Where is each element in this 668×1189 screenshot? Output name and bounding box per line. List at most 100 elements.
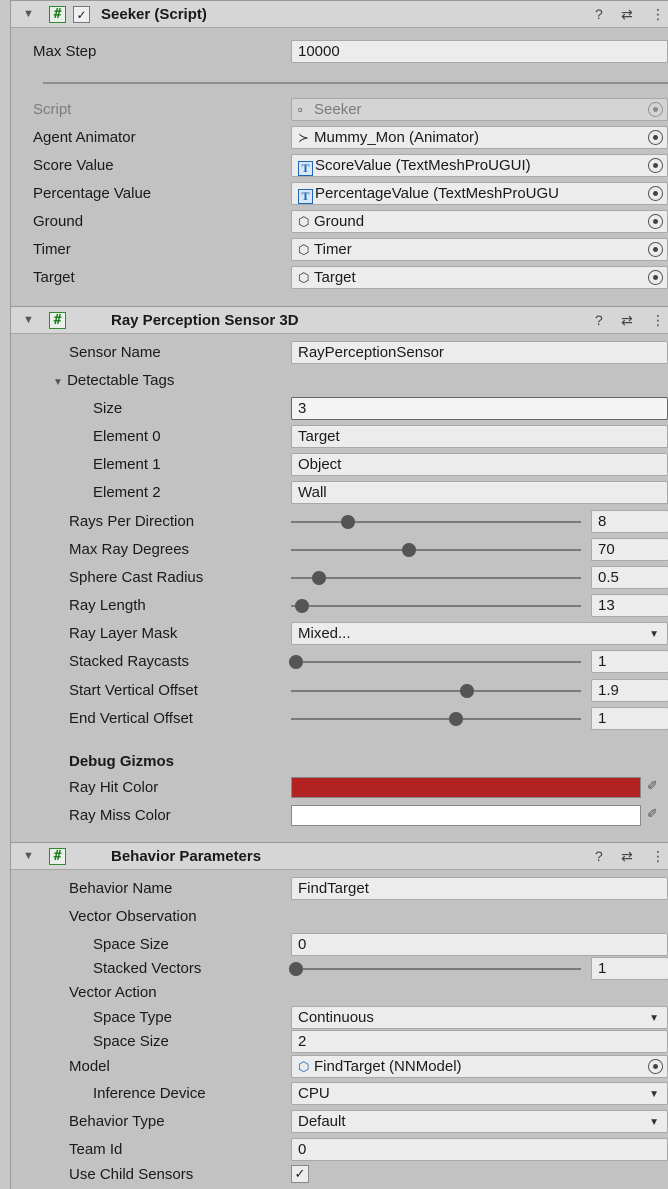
behavior-type-dropdown[interactable]: Default ▼ <box>291 1110 668 1133</box>
eyedropper-icon[interactable]: ✐ <box>647 806 658 822</box>
element-1-input[interactable]: Object <box>291 453 668 476</box>
timer-field[interactable]: ⬡ Timer <box>291 238 668 261</box>
agent-animator-field[interactable]: ≻ Mummy_Mon (Animator) <box>291 126 668 149</box>
team-id-row: Team Id 0 <box>11 1136 668 1164</box>
field-value: Mummy_Mon (Animator) <box>314 129 480 146</box>
element-1-row: Element 1 Object <box>11 451 668 479</box>
target-row: Target ⬡ Target <box>11 264 668 292</box>
object-picker-icon[interactable] <box>648 270 663 285</box>
ray-layer-mask-row: Ray Layer Mask Mixed... ▼ <box>11 620 668 648</box>
help-icon[interactable]: ? <box>595 312 603 328</box>
agent-animator-row: Agent Animator ≻ Mummy_Mon (Animator) <box>11 124 668 152</box>
slider-track[interactable] <box>291 577 581 579</box>
slider-value-input[interactable]: 0.5 <box>591 566 668 589</box>
slider-value-input[interactable]: 70 <box>591 538 668 561</box>
size-input[interactable]: 3 <box>291 397 668 420</box>
slider-knob[interactable] <box>294 599 309 613</box>
section-label: Vector Observation <box>69 908 197 925</box>
preset-icon[interactable]: ⇄ <box>621 6 633 23</box>
object-picker-icon[interactable] <box>648 242 663 257</box>
max-step-row: Max Step 10000 <box>11 38 668 66</box>
team-id-input[interactable]: 0 <box>291 1138 668 1161</box>
eyedropper-icon[interactable]: ✐ <box>647 778 658 794</box>
seeker-component-header[interactable]: ▼ # ✓ Seeker (Script) ? ⇄ ⋮ <box>11 0 668 28</box>
behavior-name-row: Behavior Name FindTarget <box>11 875 668 903</box>
ray-miss-color-swatch[interactable] <box>291 805 641 826</box>
help-icon[interactable]: ? <box>595 848 603 864</box>
field-label: Agent Animator <box>33 129 136 146</box>
slider-value-input[interactable]: 1 <box>591 650 668 673</box>
context-menu-icon[interactable]: ⋮ <box>651 848 665 865</box>
detectable-tags-row[interactable]: ▼ Detectable Tags <box>11 367 668 395</box>
slider-value-input[interactable]: 1.9 <box>591 679 668 702</box>
ground-field[interactable]: ⬡ Ground <box>291 210 668 233</box>
object-picker-icon[interactable] <box>648 1059 663 1074</box>
ray-hit-color-swatch[interactable] <box>291 777 641 798</box>
score-value-field[interactable]: T ScoreValue (TextMeshProUGUI) <box>291 154 668 177</box>
preset-icon[interactable]: ⇄ <box>621 312 633 329</box>
stacked-raycasts-row: Stacked Raycasts 1 <box>11 648 668 676</box>
slider-value-input[interactable]: 1 <box>591 707 668 730</box>
field-value: Timer <box>314 241 352 258</box>
slider-track[interactable] <box>291 661 581 663</box>
slider-value-input[interactable]: 1 <box>591 957 668 980</box>
behavior-name-input[interactable]: FindTarget <box>291 877 668 900</box>
model-field[interactable]: ⬡ FindTarget (NNModel) <box>291 1055 668 1078</box>
object-picker-icon[interactable] <box>648 214 663 229</box>
slider-knob[interactable] <box>402 543 417 557</box>
nnmodel-icon: ⬡ <box>298 1059 310 1074</box>
space-type-dropdown[interactable]: Continuous ▼ <box>291 1006 668 1029</box>
field-value: Seeker <box>314 101 362 118</box>
element-2-input[interactable]: Wall <box>291 481 668 504</box>
dropdown-value: Continuous <box>298 1009 374 1026</box>
context-menu-icon[interactable]: ⋮ <box>651 312 665 329</box>
object-picker-icon[interactable] <box>648 130 663 145</box>
slider-value-input[interactable]: 8 <box>591 510 668 533</box>
fold-arrow-icon[interactable]: ▼ <box>23 850 34 862</box>
slider-track[interactable] <box>291 968 581 970</box>
context-menu-icon[interactable]: ⋮ <box>651 6 665 23</box>
ray-sensor-component-header[interactable]: ▼ # Ray Perception Sensor 3D ? ⇄ ⋮ <box>11 306 668 334</box>
slider-value-input[interactable]: 13 <box>591 594 668 617</box>
preset-icon[interactable]: ⇄ <box>621 848 633 865</box>
obs-space-size-input[interactable]: 0 <box>291 933 668 956</box>
slider-track[interactable] <box>291 690 581 692</box>
fold-arrow-icon[interactable]: ▼ <box>23 314 34 326</box>
max-step-input[interactable]: 10000 <box>291 40 668 63</box>
element-0-input[interactable]: Target <box>291 425 668 448</box>
debug-gizmos-heading: Debug Gizmos <box>11 748 668 776</box>
act-space-size-input[interactable]: 2 <box>291 1030 668 1053</box>
behavior-params-component-header[interactable]: ▼ # Behavior Parameters ? ⇄ ⋮ <box>11 842 668 870</box>
object-picker-icon[interactable] <box>648 186 663 201</box>
field-label: Max Ray Degrees <box>69 541 190 558</box>
slider-knob[interactable] <box>460 684 475 698</box>
slider-track[interactable] <box>291 521 581 523</box>
slider-knob[interactable] <box>312 571 327 585</box>
ray-length-row: Ray Length 13 <box>11 592 668 620</box>
fold-arrow-icon[interactable]: ▼ <box>53 377 63 388</box>
slider-knob[interactable] <box>341 515 356 529</box>
object-picker-icon <box>648 102 663 117</box>
field-label: Sphere Cast Radius <box>69 569 204 586</box>
slider-track[interactable] <box>291 605 581 607</box>
target-field[interactable]: ⬡ Target <box>291 266 668 289</box>
help-icon[interactable]: ? <box>595 6 603 22</box>
model-row: Model ⬡ FindTarget (NNModel) <box>11 1053 668 1081</box>
slider-track[interactable] <box>291 718 581 720</box>
object-picker-icon[interactable] <box>648 158 663 173</box>
ray-miss-color-row: Ray Miss Color ✐ <box>11 802 668 830</box>
use-child-sensors-checkbox[interactable]: ✓ <box>291 1165 309 1183</box>
slider-knob[interactable] <box>289 655 303 669</box>
field-label: Element 2 <box>93 484 161 501</box>
slider-knob[interactable] <box>448 712 463 726</box>
ray-layer-mask-dropdown[interactable]: Mixed... ▼ <box>291 622 668 645</box>
enable-checkbox[interactable]: ✓ <box>73 6 90 23</box>
fold-arrow-icon[interactable]: ▼ <box>23 8 34 20</box>
chevron-down-icon: ▼ <box>649 629 659 640</box>
percentage-value-field[interactable]: T PercentageValue (TextMeshProUGU <box>291 182 668 205</box>
slider-track[interactable] <box>291 549 581 551</box>
sensor-name-input[interactable]: RayPerceptionSensor <box>291 341 668 364</box>
slider-knob[interactable] <box>289 962 303 976</box>
inference-device-dropdown[interactable]: CPU ▼ <box>291 1082 668 1105</box>
foldout-label[interactable]: ▼ Detectable Tags <box>53 372 174 389</box>
